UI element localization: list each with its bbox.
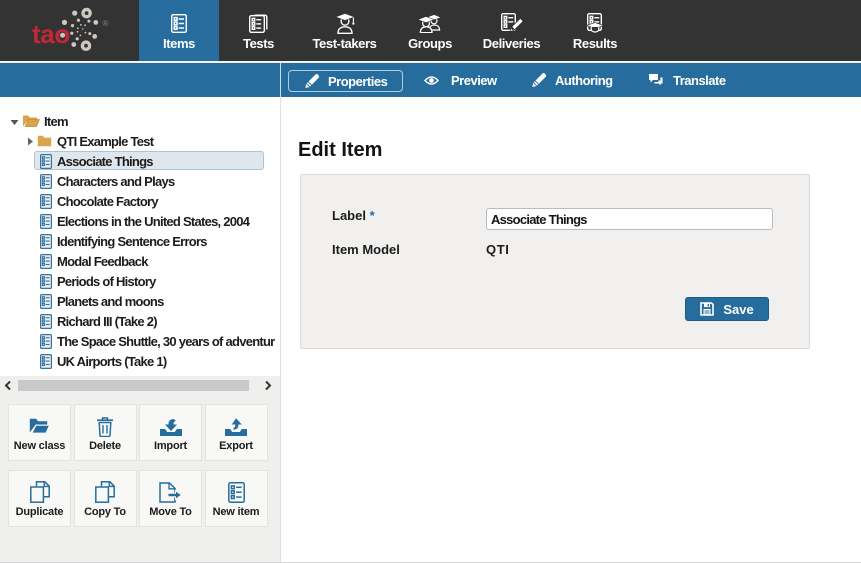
svg-text:®: ® bbox=[103, 19, 109, 28]
